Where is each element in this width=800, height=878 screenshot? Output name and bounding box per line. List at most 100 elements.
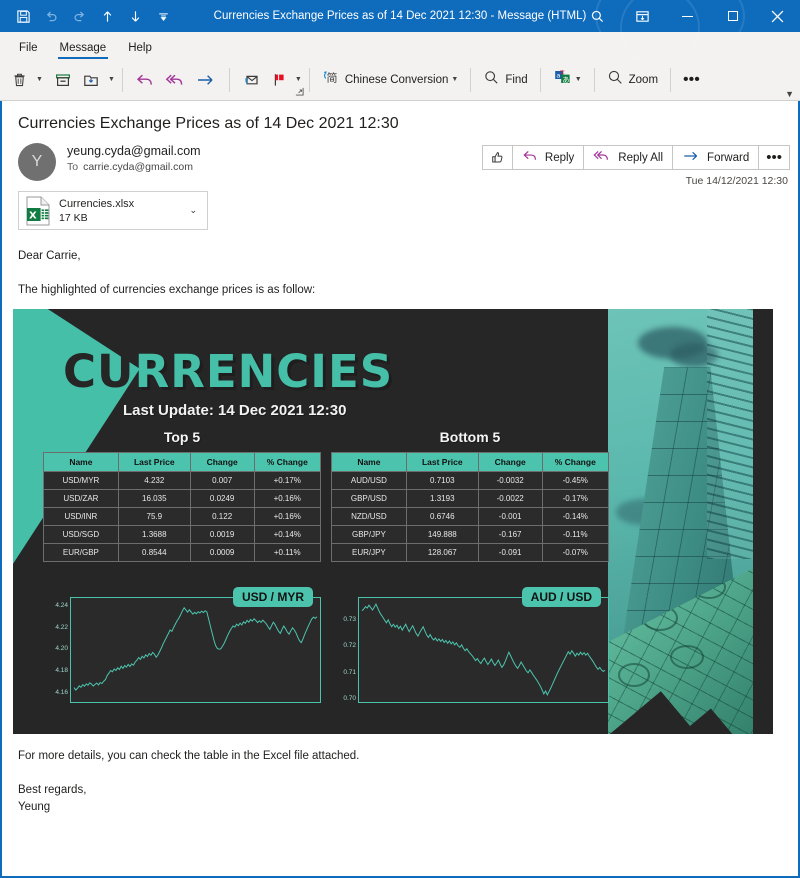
col-last-price: Last Price <box>405 452 479 473</box>
table-row: AUD/USD 0.7103 -0.0032 -0.45% <box>331 471 609 491</box>
table-row: EUR/JPY 128.067 -0.091 -0.07% <box>331 543 609 563</box>
zoom-button[interactable]: Zoom <box>602 65 663 95</box>
table-row: USD/MYR 4.232 0.007 +0.17% <box>43 471 321 491</box>
tab-message[interactable]: Message <box>49 39 118 59</box>
more-commands-button[interactable]: ••• <box>678 71 705 89</box>
forward-button[interactable]: Forward <box>672 145 760 170</box>
cell-change: -0.0022 <box>477 489 543 509</box>
ribbon-group-find: Find <box>478 59 532 100</box>
follow-up-dropdown-caret[interactable]: ▼ <box>295 76 302 83</box>
cell-last-price: 0.8544 <box>117 543 191 563</box>
forward-label: Forward <box>707 151 750 164</box>
window-title-bar: Currencies Exchange Prices as of 14 Dec … <box>0 0 800 68</box>
tags-dialog-launcher-icon[interactable] <box>295 87 304 98</box>
attachment-chip[interactable]: X Currencies.xlsx 17 KB ⌄ <box>18 191 208 230</box>
next-item-icon[interactable] <box>122 3 148 29</box>
search-icon[interactable] <box>575 0 620 32</box>
ribbon-display-options-icon[interactable] <box>620 0 665 32</box>
tab-file[interactable]: File <box>8 39 49 59</box>
reply-all-button[interactable] <box>160 67 190 93</box>
cell-pct-change: +0.14% <box>253 525 321 545</box>
zoom-label: Zoom <box>628 73 659 86</box>
ribbon-group-chinese-conversion: 简 Chinese Conversion ▼ <box>317 59 464 100</box>
top5-table-column: Top 5 Name Last Price Change % Change US… <box>43 429 321 563</box>
cell-last-price: 149.888 <box>405 525 479 545</box>
table-header-row: Name Last Price Change % Change <box>43 452 321 473</box>
maximize-button[interactable] <box>710 0 755 32</box>
y-tick-label: 4.20 <box>55 645 68 653</box>
usd-myr-chart-label: USD / MYR <box>232 587 313 608</box>
col-name: Name <box>43 452 119 473</box>
col-name: Name <box>331 452 407 473</box>
body-intro: The highlighted of currencies exchange p… <box>18 283 316 296</box>
minimize-button[interactable] <box>665 0 710 32</box>
ribbon-group-delete: ▼ ▼ <box>6 59 115 100</box>
follow-up-flag-button[interactable] <box>266 67 292 93</box>
cell-change: 0.0019 <box>189 525 255 545</box>
like-button[interactable] <box>481 145 513 170</box>
tab-help[interactable]: Help <box>117 39 163 59</box>
y-tick-label: 4.18 <box>55 666 68 674</box>
cell-name: USD/ZAR <box>43 489 119 509</box>
col-pct-change: % Change <box>541 452 609 473</box>
bottom5-table-column: Bottom 5 Name Last Price Change % Change… <box>331 429 609 563</box>
translate-button[interactable]: a字あ ▼ <box>548 64 587 95</box>
chevron-down-icon[interactable]: ⌄ <box>189 205 201 216</box>
aud-usd-chart-label: AUD / USD <box>521 587 601 608</box>
to-label: To <box>67 161 79 173</box>
collapse-ribbon-icon[interactable]: ▼ <box>785 89 794 99</box>
move-to-folder-button[interactable] <box>77 67 105 93</box>
y-tick-label: 0.71 <box>343 668 356 676</box>
table-row: GBP/USD 1.3193 -0.0022 -0.17% <box>331 489 609 509</box>
banner-title: CURRENCIES <box>63 345 393 398</box>
cell-name: GBP/JPY <box>331 525 407 545</box>
body-closing: For more details, you can check the tabl… <box>18 750 360 763</box>
cell-change: 0.0009 <box>189 543 255 563</box>
banner-title-dark-part: CU <box>63 345 135 399</box>
delete-button[interactable] <box>6 67 33 92</box>
cell-name: AUD/USD <box>331 471 407 491</box>
cell-last-price: 128.067 <box>405 543 479 563</box>
undo-icon[interactable] <box>38 3 64 29</box>
ribbon-tab-strip: File Message Help <box>0 32 800 59</box>
quick-access-toolbar <box>0 3 176 29</box>
cell-name: NZD/USD <box>331 507 407 527</box>
find-button[interactable]: Find <box>478 65 532 95</box>
cell-pct-change: -0.11% <box>541 525 609 545</box>
redo-icon[interactable] <box>66 3 92 29</box>
sender-address[interactable]: yeung.cyda@gmail.com <box>67 144 201 158</box>
chinese-conversion-button[interactable]: 简 Chinese Conversion ▼ <box>317 64 464 95</box>
cell-pct-change: +0.16% <box>253 507 321 527</box>
y-tick-label: 4.16 <box>55 688 68 696</box>
aud-usd-sparkline <box>359 598 608 702</box>
mark-unread-button[interactable] <box>237 67 266 93</box>
forward-arrow-icon <box>682 149 701 166</box>
close-button[interactable] <box>755 0 800 32</box>
translate-dropdown-caret[interactable]: ▼ <box>575 76 582 83</box>
ribbon-group-respond <box>130 59 222 100</box>
cell-name: USD/INR <box>43 507 119 527</box>
recipient-line: To carrie.cyda@gmail.com <box>67 161 201 173</box>
move-dropdown-caret[interactable]: ▼ <box>108 76 115 83</box>
more-actions-button[interactable]: ••• <box>758 145 790 170</box>
archive-button[interactable] <box>49 67 77 93</box>
banner-photo <box>608 309 753 735</box>
save-icon[interactable] <box>10 3 36 29</box>
previous-item-icon[interactable] <box>94 3 120 29</box>
excel-file-icon: X <box>25 196 51 226</box>
delete-dropdown-caret[interactable]: ▼ <box>36 76 43 83</box>
reply-button[interactable] <box>130 67 160 93</box>
col-change: Change <box>477 452 543 473</box>
reply-all-button[interactable]: Reply All <box>583 145 674 170</box>
customize-quick-access-icon[interactable] <box>150 3 176 29</box>
forward-button[interactable] <box>190 67 222 93</box>
reply-button[interactable]: Reply <box>511 145 585 170</box>
y-tick-label: 0.70 <box>343 695 356 703</box>
chinese-conversion-dropdown-caret[interactable]: ▼ <box>451 76 458 83</box>
message-reading-pane: Currencies Exchange Prices as of 14 Dec … <box>0 101 800 816</box>
message-action-buttons: Reply Reply All Forward ••• <box>481 145 790 170</box>
recipient-address[interactable]: carrie.cyda@gmail.com <box>83 161 193 173</box>
y-tick-label: 0.73 <box>343 615 356 623</box>
usd-myr-chart: USD / MYR 4.16 4.18 4.20 4.22 4.24 <box>43 587 321 711</box>
magnifier-icon <box>483 69 500 91</box>
